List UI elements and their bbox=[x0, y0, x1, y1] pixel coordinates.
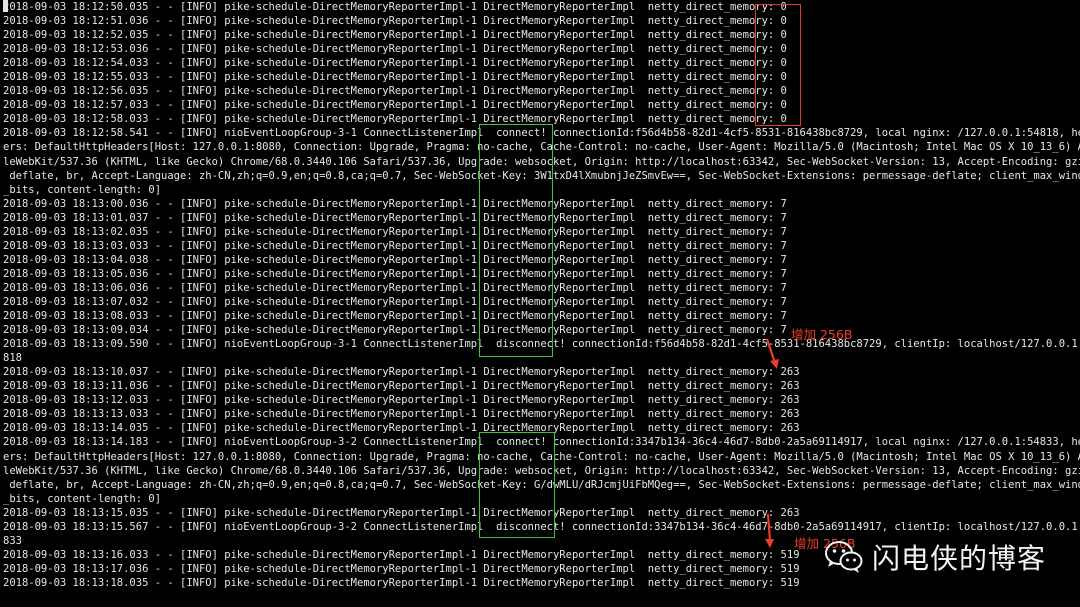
blog-watermark: 闪电侠的博客 bbox=[824, 537, 1046, 577]
memory-zero-highlight-box bbox=[755, 4, 801, 126]
log-line: 2018-09-03 18:13:13.033 - - [INFO] pike-… bbox=[3, 408, 800, 421]
log-line: 2018-09-03 18:12:53.036 - - [INFO] pike-… bbox=[3, 43, 787, 56]
log-line: 2018-09-03 18:13:18.035 - - [INFO] pike-… bbox=[3, 576, 800, 589]
log-line: 2018-09-03 18:12:55.033 - - [INFO] pike-… bbox=[3, 71, 787, 84]
log-line: 2018-09-03 18:12:51.036 - - [INFO] pike-… bbox=[3, 15, 787, 28]
terminal-window[interactable]: 2018-09-03 18:12:50.035 - - [INFO] pike-… bbox=[0, 0, 1080, 607]
arrow-icon bbox=[765, 338, 779, 369]
log-line: 2018-09-03 18:12:57.033 - - [INFO] pike-… bbox=[3, 99, 787, 112]
connect-highlight-box-1 bbox=[479, 124, 553, 357]
log-line: 2018-09-03 18:12:50.035 - - [INFO] pike-… bbox=[3, 0, 1080, 14]
log-line: 2018-09-03 18:12:54.033 - - [INFO] pike-… bbox=[3, 57, 787, 70]
log-line: 2018-09-03 18:13:11.036 - - [INFO] pike-… bbox=[3, 380, 800, 393]
log-line: 2018-09-03 18:12:56.035 - - [INFO] pike-… bbox=[3, 85, 787, 98]
connect-highlight-box-2 bbox=[479, 432, 555, 538]
watermark-text: 闪电侠的博客 bbox=[871, 542, 1046, 575]
log-line: 2018-09-03 18:13:10.037 - - [INFO] pike-… bbox=[3, 366, 800, 379]
wechat-icon bbox=[824, 541, 863, 573]
log-line: 2018-09-03 18:13:12.033 - - [INFO] pike-… bbox=[3, 394, 800, 407]
log-line: 2018-09-03 18:12:52.035 - - [INFO] pike-… bbox=[3, 29, 787, 42]
arrow-icon bbox=[765, 513, 774, 548]
increase-annotation-1: 增加 256B bbox=[791, 327, 853, 342]
